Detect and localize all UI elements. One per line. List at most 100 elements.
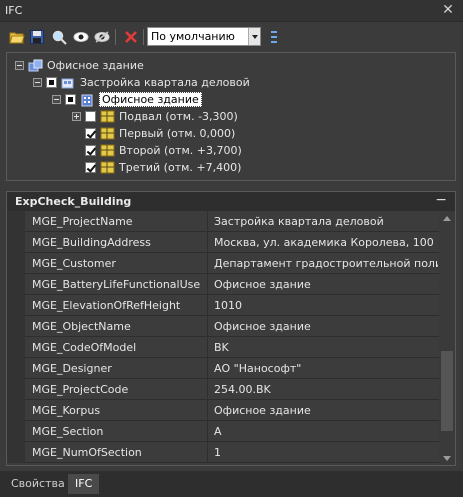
tree-label: Подвал (отм. -3,300)	[119, 110, 238, 123]
expand-icon[interactable]	[72, 112, 81, 121]
site-checkbox[interactable]	[46, 77, 57, 88]
window-title: IFC	[5, 4, 23, 17]
tree-label: Застройка квартала деловой	[80, 76, 250, 89]
property-value[interactable]: Офисное здание	[214, 278, 438, 291]
column-divider	[207, 421, 208, 442]
property-value[interactable]: А	[214, 425, 438, 438]
toolbar: По умолчанию	[6, 26, 458, 50]
tree-node-storey[interactable]: Второй (отм. +3,700)	[85, 142, 242, 159]
storey-checkbox[interactable]	[85, 162, 96, 173]
storey-icon	[100, 144, 116, 158]
column-divider	[207, 295, 208, 316]
property-name: MGE_BuildingAddress	[32, 236, 151, 249]
display-mode-dropdown[interactable]: По умолчанию	[147, 27, 261, 46]
column-divider	[207, 232, 208, 253]
building-checkbox[interactable]	[65, 94, 76, 105]
collapse-icon[interactable]	[33, 78, 42, 87]
property-row[interactable]: MGE_Customer Департамент градостроительно…	[7, 253, 439, 274]
column-divider	[207, 274, 208, 295]
collapse-icon[interactable]	[52, 95, 61, 104]
column-divider	[207, 211, 208, 232]
tree-node-site[interactable]: Застройка квартала деловой	[33, 74, 250, 91]
properties-panel: ExpCheck_Building − MGE_ProjectName Застр…	[6, 191, 456, 466]
column-divider	[207, 400, 208, 421]
tab-properties[interactable]: Свойства	[4, 474, 72, 494]
column-divider	[207, 442, 208, 463]
column-divider	[207, 337, 208, 358]
collapse-icon[interactable]	[15, 61, 24, 70]
delete-icon[interactable]	[122, 28, 140, 46]
column-divider	[207, 358, 208, 379]
tree-node-storey[interactable]: Подвал (отм. -3,300)	[72, 108, 238, 125]
vertical-scrollbar[interactable]	[439, 211, 455, 465]
property-name: MGE_Designer	[32, 362, 112, 375]
property-name: MGE_ProjectCode	[32, 383, 129, 396]
property-value[interactable]: Застройка квартала деловой	[214, 215, 438, 228]
close-icon[interactable]: ✕	[441, 2, 455, 18]
property-row[interactable]: MGE_ElevationOfRefHeight 1010	[7, 295, 439, 316]
column-divider	[207, 316, 208, 337]
folder-open-icon[interactable]	[8, 28, 26, 46]
search-icon[interactable]	[50, 28, 68, 46]
site-icon	[61, 76, 77, 90]
property-value[interactable]: BK	[214, 341, 438, 354]
property-row[interactable]: MGE_ObjectName Офисное здание	[7, 316, 439, 337]
tree-node-storey[interactable]: Первый (отм. 0,000)	[85, 125, 235, 142]
property-value[interactable]: Офисное здание	[214, 404, 438, 417]
tree-node-building[interactable]: Офисное здание	[52, 91, 202, 108]
property-row[interactable]: MGE_BatteryLifeFunctionalUse Офисное здан…	[7, 274, 439, 295]
storey-checkbox[interactable]	[85, 128, 96, 139]
storey-checkbox[interactable]	[85, 145, 96, 156]
tab-ifc[interactable]: IFC	[68, 474, 100, 494]
property-row[interactable]: MGE_CodeOfModel BK	[7, 337, 439, 358]
property-row[interactable]: MGE_BuildingAddress Москва, ул. академика…	[7, 232, 439, 253]
property-row[interactable]: MGE_ProjectName Застройка квартала делово…	[7, 211, 439, 232]
storey-checkbox[interactable]	[85, 111, 96, 122]
row-gutter	[7, 379, 25, 400]
property-value[interactable]: 1	[214, 446, 438, 459]
dropdown-value: По умолчанию	[151, 30, 235, 43]
scroll-up-icon[interactable]	[443, 216, 451, 221]
property-row[interactable]: MGE_Section А	[7, 421, 439, 442]
property-value[interactable]: Департамент градостроительной политики	[214, 257, 438, 270]
collapse-icon[interactable]: −	[435, 192, 447, 208]
project-icon	[28, 59, 44, 73]
chevron-down-icon[interactable]	[248, 28, 260, 45]
list-options-icon[interactable]	[265, 28, 283, 46]
column-divider	[207, 379, 208, 400]
scroll-thumb[interactable]	[441, 351, 453, 431]
building-icon	[80, 93, 96, 107]
property-name: MGE_Korpus	[32, 404, 101, 417]
row-gutter	[7, 295, 25, 316]
property-name: MGE_ObjectName	[32, 320, 131, 333]
property-value[interactable]: 1010	[214, 299, 438, 312]
property-value[interactable]: Москва, ул. академика Королева, 100	[214, 236, 438, 249]
property-value[interactable]: Офисное здание	[214, 320, 438, 333]
tree-label-selected: Офисное здание	[99, 92, 202, 107]
property-value[interactable]: АО "Нанософт"	[214, 362, 438, 375]
toolbar-separator	[143, 29, 144, 45]
bottom-tabs: Свойства IFC	[0, 471, 463, 497]
row-gutter	[7, 232, 25, 253]
row-gutter	[7, 274, 25, 295]
property-group-header[interactable]: ExpCheck_Building −	[7, 192, 455, 211]
column-divider	[207, 253, 208, 274]
property-value[interactable]: 254.00.BK	[214, 383, 438, 396]
property-row[interactable]: MGE_ProjectCode 254.00.BK	[7, 379, 439, 400]
tree-node-root[interactable]: Офисное здание	[15, 57, 144, 74]
eye-hidden-icon[interactable]	[93, 28, 111, 46]
property-row[interactable]: MGE_Korpus Офисное здание	[7, 400, 439, 421]
title-bar: IFC ✕	[0, 0, 463, 22]
storey-icon	[100, 161, 116, 175]
property-row[interactable]: MGE_Designer АО "Нанософт"	[7, 358, 439, 379]
eye-icon[interactable]	[72, 28, 90, 46]
property-name: MGE_ElevationOfRefHeight	[32, 299, 181, 312]
toolbar-separator	[115, 29, 116, 45]
row-gutter	[7, 253, 25, 274]
property-row[interactable]: MGE_NumOfSection 1	[7, 442, 439, 463]
row-gutter	[7, 400, 25, 421]
tree-node-storey[interactable]: Третий (отм. +7,400)	[85, 159, 241, 176]
scroll-down-icon[interactable]	[443, 456, 451, 461]
save-icon[interactable]	[28, 28, 46, 46]
row-gutter	[7, 211, 25, 232]
